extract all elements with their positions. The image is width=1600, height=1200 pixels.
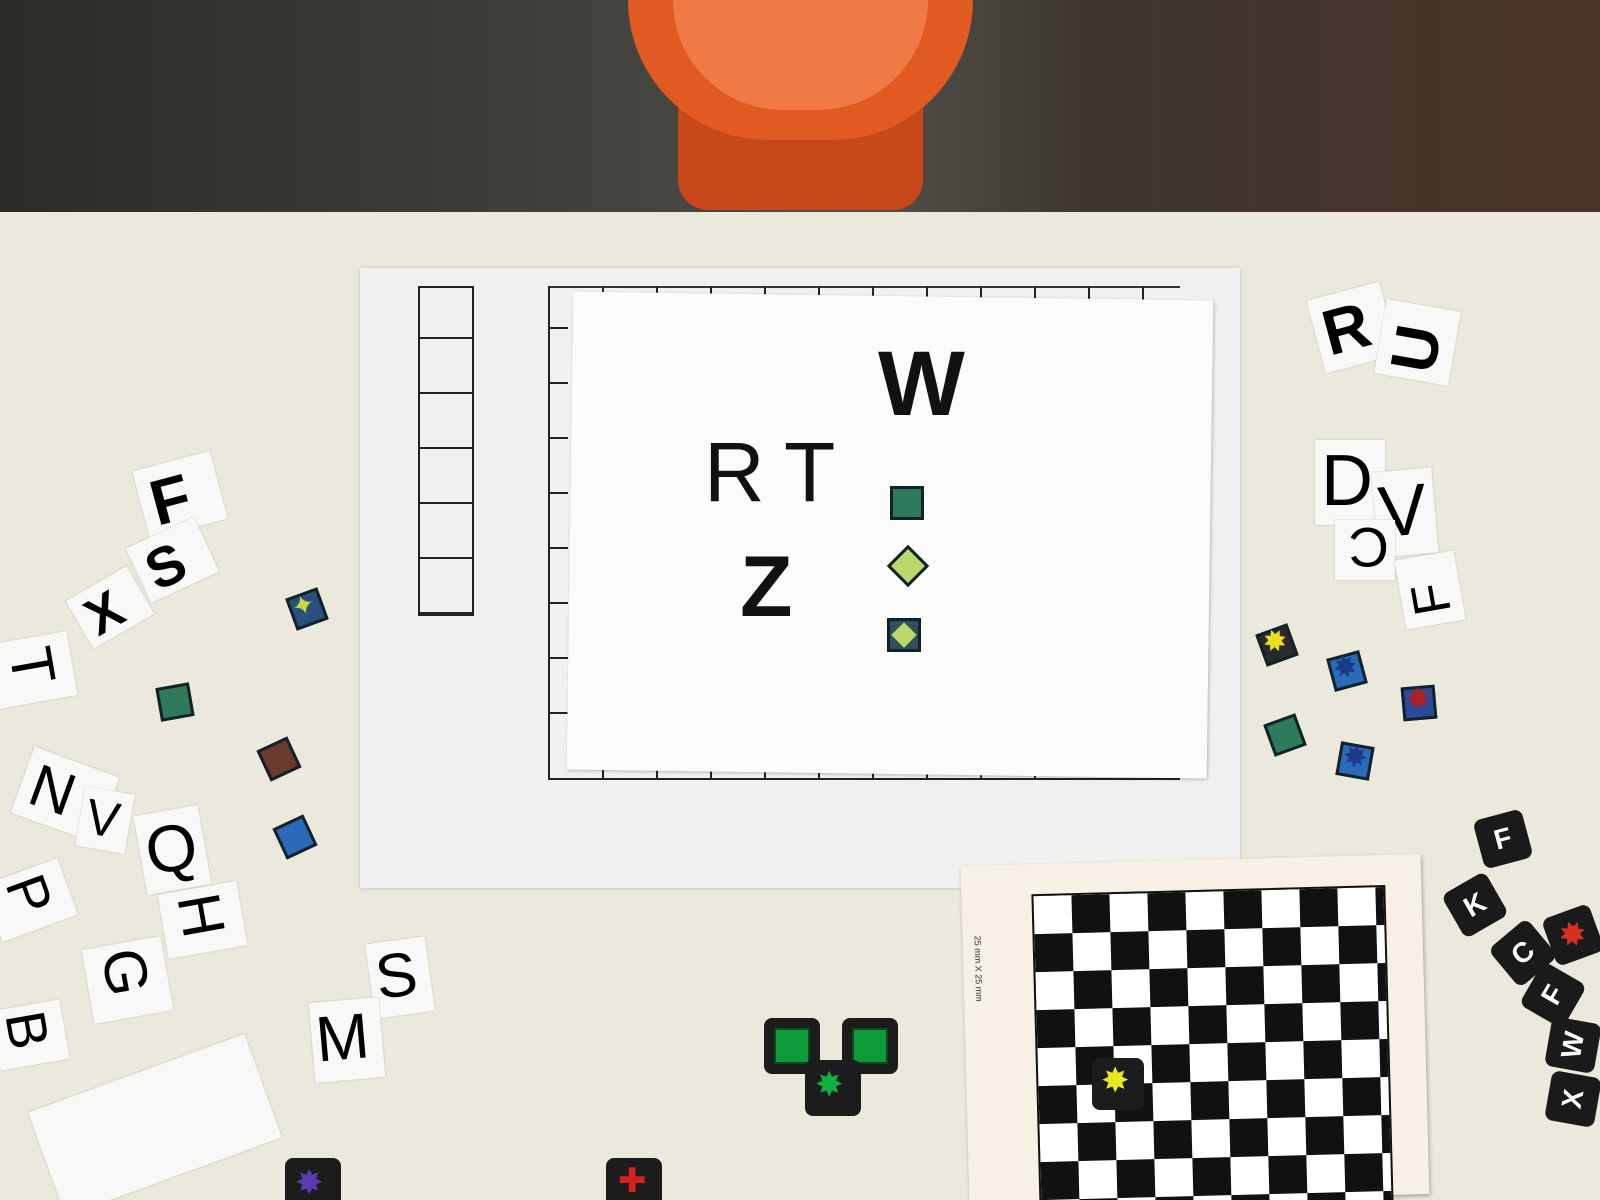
- letter-scrap-u-right: U: [1374, 299, 1461, 386]
- grid-column: [418, 286, 474, 616]
- workspace-photo: W R T Z F S X T N V Q P H G B E C: [0, 0, 1600, 1200]
- red-star-tile: ✸: [1400, 682, 1438, 722]
- letter-scrap-q: Q: [133, 804, 212, 896]
- letter-scrap-c-right: C: [1335, 516, 1395, 580]
- blue-star-icon-2: ✸: [1339, 739, 1371, 776]
- blue-star-tile-2: ✸: [1335, 739, 1375, 781]
- lime-star-icon: ✦: [287, 586, 320, 625]
- red-star-icon: ✸: [1404, 682, 1433, 718]
- letter-w: W: [874, 338, 969, 430]
- purple-star-icon: ✸: [295, 1164, 324, 1200]
- letter-scrap-f-right: F: [1394, 550, 1466, 630]
- letter-t: T: [780, 430, 840, 514]
- grid-ticks-left: [548, 294, 568, 714]
- yellow-star-block: ✸: [1092, 1058, 1144, 1110]
- green-star-block: ✸: [805, 1060, 861, 1116]
- lime-diamond-square-tile: [887, 618, 921, 652]
- red-cross-icon: ✚: [618, 1162, 647, 1200]
- letter-scrap-g: G: [81, 936, 174, 1024]
- yellow-star-icon-board: ✸: [1101, 1062, 1130, 1100]
- letter-r: R: [700, 430, 769, 514]
- blue-star-icon: ✸: [1329, 648, 1363, 687]
- letter-z: Z: [736, 544, 797, 630]
- letter-scrap-m-bottom: M: [308, 997, 386, 1083]
- red-cross-block: ✚: [606, 1158, 662, 1200]
- board-size-label: 25 mm X 25 mm: [972, 935, 985, 1002]
- calibration-board: 25 mm X 25 mm: [960, 854, 1430, 1200]
- key-tile-w: W: [1544, 1016, 1600, 1074]
- purple-star-block: ✸: [285, 1158, 341, 1200]
- yellow-star-icon: ✸: [1257, 622, 1293, 662]
- key-tile-x: X: [1544, 1070, 1600, 1128]
- red-star-icon-key: ✸: [1553, 912, 1593, 958]
- green-square-tile: [890, 486, 924, 520]
- checkerboard-pattern: [1031, 884, 1394, 1200]
- robot-arm: [628, 0, 973, 215]
- green-tile-stack: [155, 682, 195, 722]
- letter-scrap-h: H: [157, 881, 248, 959]
- letter-scrap-v: V: [75, 786, 135, 854]
- green-star-icon: ✸: [815, 1066, 844, 1104]
